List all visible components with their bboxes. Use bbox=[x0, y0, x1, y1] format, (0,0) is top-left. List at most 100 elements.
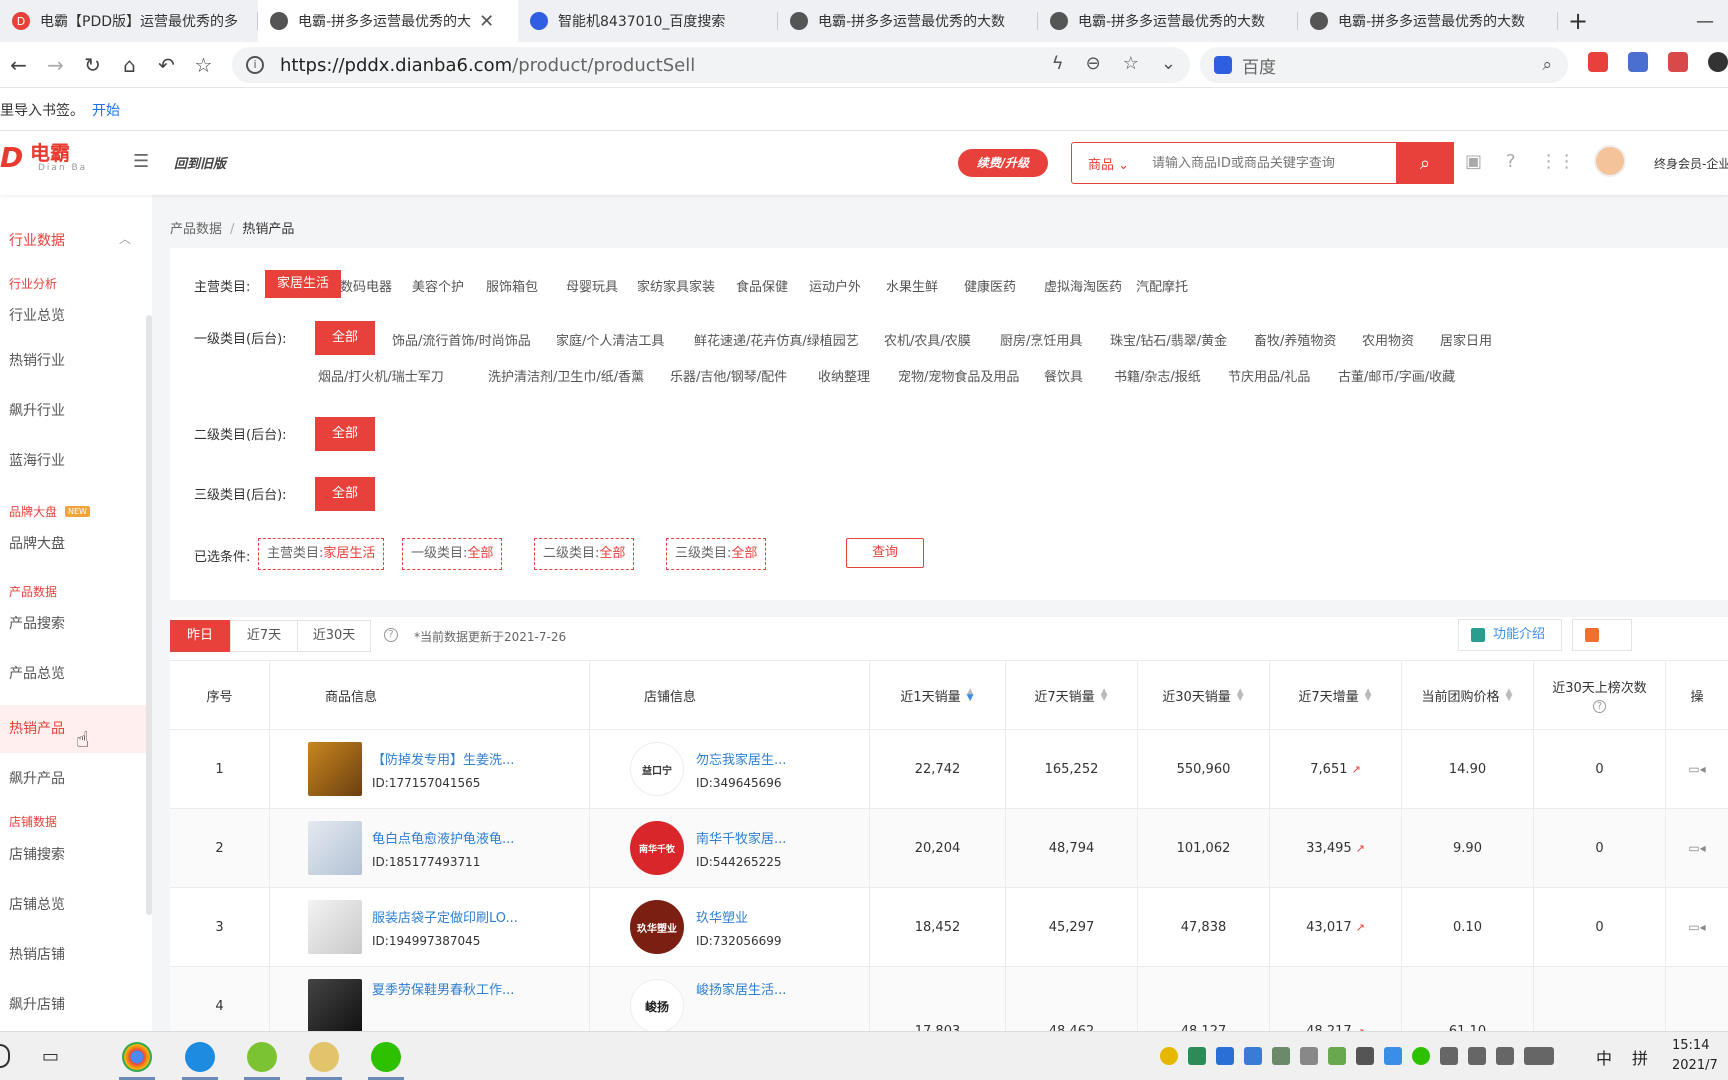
table-row[interactable]: 3 服装店袋子定做印刷LO... ID:194997387045 玖华塑业 玖华塑… bbox=[170, 888, 1728, 967]
ime-mode-indicator[interactable]: 拼 bbox=[1632, 1045, 1648, 1069]
video-icon[interactable]: ▭◂ bbox=[1688, 841, 1705, 855]
security-icon[interactable] bbox=[1244, 1047, 1262, 1065]
level1-chip[interactable]: 乐器/吉他/钢琴/配件 bbox=[670, 366, 787, 385]
product-thumbnail[interactable] bbox=[308, 900, 362, 954]
sidebar-item-rising-shop[interactable]: 飙升店铺 bbox=[0, 981, 148, 1029]
level1-chip[interactable]: 洗护清洁剂/卫生巾/纸/香薰 bbox=[488, 366, 644, 385]
flower-app-icon[interactable] bbox=[309, 1042, 339, 1072]
shop-logo[interactable]: 峻扬 bbox=[630, 979, 684, 1033]
level1-chip[interactable]: 居家日用 bbox=[1440, 330, 1492, 349]
old-version-link[interactable]: 回到旧版 bbox=[174, 153, 226, 172]
moon-icon[interactable] bbox=[1708, 52, 1728, 72]
sort-icon[interactable]: ▲ ▼ bbox=[1506, 688, 1514, 703]
level1-chip[interactable]: 宠物/宠物食品及用品 bbox=[898, 366, 1019, 385]
close-icon[interactable]: ✕ bbox=[479, 11, 494, 32]
mic-icon[interactable] bbox=[1356, 1047, 1374, 1065]
main-category-chip[interactable]: 虚拟海淘医药 bbox=[1044, 276, 1122, 295]
member-level[interactable]: 终身会员-企业 bbox=[1654, 155, 1728, 172]
sort-icon[interactable]: ▲ ▼ bbox=[1101, 688, 1109, 703]
main-category-chip[interactable]: 健康医药 bbox=[964, 276, 1016, 295]
avatar[interactable] bbox=[1594, 145, 1626, 177]
main-category-chip[interactable]: 食品保健 bbox=[736, 276, 788, 295]
period-tab-7d[interactable]: 近7天 bbox=[230, 620, 298, 652]
period-tab-yesterday[interactable]: 昨日 bbox=[170, 620, 230, 652]
gpu-icon[interactable] bbox=[1328, 1047, 1346, 1065]
bookmark-start-link[interactable]: 开始 bbox=[92, 100, 120, 120]
level1-chip[interactable]: 饰品/流行首饰/时尚饰品 bbox=[392, 330, 531, 349]
inbox-icon[interactable]: ▣ bbox=[1465, 151, 1482, 172]
product-thumbnail[interactable] bbox=[308, 979, 362, 1033]
shop-name-link[interactable]: 南华千牧家居... bbox=[696, 828, 786, 847]
extension-icon[interactable] bbox=[1628, 52, 1648, 72]
main-category-chip[interactable]: 水果生鲜 bbox=[886, 276, 938, 295]
level1-chip[interactable]: 烟品/打火机/瑞士军刀 bbox=[318, 366, 444, 385]
task-view-icon[interactable]: ▭ bbox=[42, 1046, 59, 1067]
product-name-link[interactable]: 服装店袋子定做印刷LO... bbox=[372, 907, 518, 926]
sidebar-item-hot-industry[interactable]: 热销行业 bbox=[0, 337, 148, 385]
sort-icon[interactable]: ▲ ▼ bbox=[1365, 688, 1373, 703]
shield-icon[interactable] bbox=[1188, 1047, 1206, 1065]
main-category-chip[interactable]: 家居生活 bbox=[265, 270, 342, 298]
level1-chip[interactable]: 畜牧/养殖物资 bbox=[1254, 330, 1336, 349]
shop-logo[interactable]: 益口宁 bbox=[630, 742, 684, 796]
star-icon[interactable]: ☆ bbox=[185, 53, 222, 77]
video-icon[interactable]: ▭◂ bbox=[1688, 762, 1705, 776]
shop-name-link[interactable]: 勿忘我家居生... bbox=[696, 749, 786, 768]
system-clock[interactable]: 15:14 2021/7 bbox=[1672, 1036, 1718, 1076]
sidebar-item-shop-overview[interactable]: 店铺总览 bbox=[0, 881, 148, 929]
main-category-chip[interactable]: 运动户外 bbox=[809, 276, 861, 295]
tray-icon[interactable] bbox=[1272, 1047, 1290, 1065]
chevron-down-icon[interactable]: ⌄ bbox=[1161, 53, 1176, 74]
browser-search-box[interactable]: 百度 ⌕ bbox=[1200, 47, 1568, 83]
condition-tag[interactable]: 二级类目:全部 bbox=[534, 538, 635, 570]
level1-chip[interactable]: 家庭/个人清洁工具 bbox=[556, 330, 664, 349]
bookmark-star-icon[interactable]: ☆ bbox=[1123, 53, 1139, 74]
info-icon[interactable]: i bbox=[246, 56, 264, 74]
sidebar-group-industry[interactable]: 行业数据 ︿ bbox=[9, 230, 131, 250]
bluetooth-icon[interactable] bbox=[1216, 1047, 1234, 1065]
sidebar-item-rising-product[interactable]: 飙升产品 bbox=[0, 755, 148, 803]
shop-logo[interactable]: 玖华塑业 bbox=[630, 900, 684, 954]
breadcrumb-parent[interactable]: 产品数据 bbox=[170, 222, 222, 237]
export-button[interactable] bbox=[1572, 619, 1632, 651]
logo[interactable]: D 电霸 Dian Ba bbox=[0, 143, 87, 174]
question-icon[interactable]: ? bbox=[384, 628, 398, 642]
product-name-link[interactable]: 【防掉发专用】生姜洗... bbox=[372, 749, 514, 768]
wechat-tray-icon[interactable] bbox=[1412, 1047, 1430, 1065]
level1-chip[interactable]: 鲜花速递/花卉仿真/绿植园艺 bbox=[694, 330, 859, 349]
tray-icon[interactable] bbox=[1160, 1047, 1178, 1065]
upgrade-button[interactable]: 续费/升级 bbox=[958, 149, 1048, 177]
product-thumbnail[interactable] bbox=[308, 742, 362, 796]
pdf-icon[interactable] bbox=[1668, 52, 1688, 72]
search-icon[interactable]: ⌕ bbox=[1542, 55, 1552, 75]
undo-icon[interactable]: ↶ bbox=[148, 53, 185, 77]
search-taskbar-icon[interactable] bbox=[0, 1044, 10, 1068]
period-tab-30d[interactable]: 近30天 bbox=[297, 620, 371, 652]
pen-icon[interactable] bbox=[1496, 1047, 1514, 1065]
reload-icon[interactable]: ↻ bbox=[74, 53, 111, 77]
app-icon[interactable] bbox=[247, 1042, 277, 1072]
level1-chip[interactable]: 厨房/烹饪用具 bbox=[1000, 330, 1082, 349]
sidebar-item-hot-shop[interactable]: 热销店铺 bbox=[0, 931, 148, 979]
sidebar-item-product-search[interactable]: 产品搜索 bbox=[0, 600, 148, 648]
condition-tag[interactable]: 主营类目:家居生活 bbox=[258, 538, 385, 570]
volume-icon[interactable] bbox=[1468, 1047, 1486, 1065]
main-category-chip[interactable]: 母婴玩具 bbox=[566, 276, 618, 295]
search-button[interactable]: ⌕ bbox=[1396, 142, 1454, 184]
sidebar-item-hot-product[interactable]: 热销产品 bbox=[0, 705, 148, 753]
level1-chip[interactable]: 珠宝/钻石/翡翠/黄金 bbox=[1110, 330, 1227, 349]
back-icon[interactable]: ← bbox=[0, 53, 37, 77]
main-category-chip[interactable]: 汽配摩托 bbox=[1136, 276, 1188, 295]
menu-toggle-icon[interactable]: ☰ bbox=[133, 151, 149, 172]
address-bar[interactable]: i https://pddx.dianba6.com/product/produ… bbox=[232, 47, 1190, 83]
level1-all-chip[interactable]: 全部 bbox=[315, 321, 375, 355]
shop-logo[interactable]: 南华千牧 bbox=[630, 821, 684, 875]
level1-chip[interactable]: 书籍/杂志/报纸 bbox=[1114, 366, 1201, 385]
sidebar-item-rising-industry[interactable]: 飙升行业 bbox=[0, 387, 148, 435]
sidebar-item-shop-search[interactable]: 店铺搜索 bbox=[0, 831, 148, 879]
level1-chip[interactable]: 节庆用品/礼品 bbox=[1228, 366, 1310, 385]
col-increase-7d[interactable]: 近7天增量 ▲ ▼ bbox=[1270, 661, 1402, 729]
home-icon[interactable]: ⌂ bbox=[111, 53, 148, 77]
help-icon[interactable]: ? bbox=[1506, 151, 1516, 172]
sidebar-item-blue-sea[interactable]: 蓝海行业 bbox=[0, 437, 148, 485]
